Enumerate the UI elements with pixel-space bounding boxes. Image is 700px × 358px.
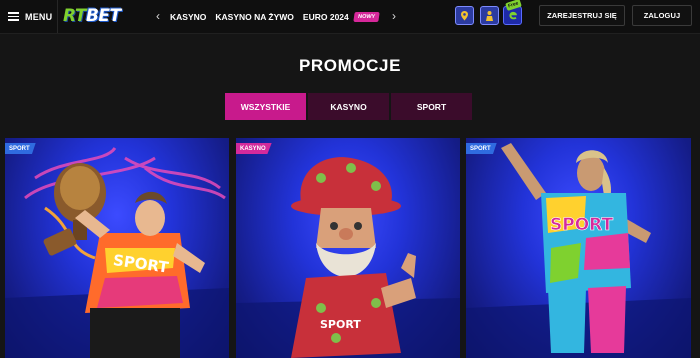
nav-item-euro-2024[interactable]: EURO 2024 — [303, 12, 349, 22]
new-badge: NOWY — [353, 11, 380, 22]
promo-filter-tabs: WSZYSTKIE KASYNO SPORT — [225, 93, 472, 120]
page-title: PROMOCJE — [298, 56, 402, 75]
logo-bet: BET — [85, 6, 121, 26]
menu-label: MENU — [25, 11, 53, 22]
nav-item-kasyno-na-zywo[interactable]: KASYNO NA ŻYWO — [215, 12, 294, 22]
menu-button[interactable]: MENU — [0, 0, 58, 33]
trophy-player-illustration: SPORT — [5, 146, 229, 358]
top-header: MENU RT BET ‹ KASYNO KASYNO NA ŻYWO EURO … — [0, 0, 700, 34]
nav-prev-arrow-icon[interactable]: ‹ — [153, 9, 163, 23]
tab-wszystkie[interactable]: WSZYSTKIE — [225, 93, 306, 120]
card-badge-sport: SPORT — [5, 143, 36, 154]
tab-sport[interactable]: SPORT — [391, 93, 472, 120]
register-button[interactable]: ZAREJESTRUJ SIĘ — [539, 5, 625, 26]
gnome-illustration: SPORT — [236, 157, 460, 358]
card-badge-sport: SPORT — [466, 143, 497, 154]
person-icon[interactable] — [480, 6, 499, 25]
female-player-illustration: SPORT — [466, 143, 691, 358]
card-badge-kasyno: KASYNO — [236, 143, 272, 154]
svg-text:SPORT: SPORT — [320, 318, 361, 331]
promo-card-sport-player[interactable]: SPORT SPORT — [466, 138, 691, 358]
promo-card-sport-trophy[interactable]: SPORT SPORT — [5, 138, 229, 358]
top-nav: KASYNO KASYNO NA ŻYWO EURO 2024 NOWY — [170, 0, 380, 33]
nav-next-arrow-icon[interactable]: › — [389, 9, 399, 23]
login-button[interactable]: ZALOGUJ — [632, 5, 692, 26]
map-pin-icon[interactable] — [455, 6, 474, 25]
logo-rt: RT — [63, 6, 86, 26]
promo-card-kasyno-gnome[interactable]: SPORT KASYNO — [236, 138, 460, 358]
nav-item-kasyno[interactable]: KASYNO — [170, 12, 206, 22]
hamburger-icon — [8, 12, 19, 21]
svg-text:SPORT: SPORT — [550, 215, 613, 235]
tab-kasyno[interactable]: KASYNO — [308, 93, 389, 120]
logo[interactable]: RT BET — [63, 4, 121, 28]
